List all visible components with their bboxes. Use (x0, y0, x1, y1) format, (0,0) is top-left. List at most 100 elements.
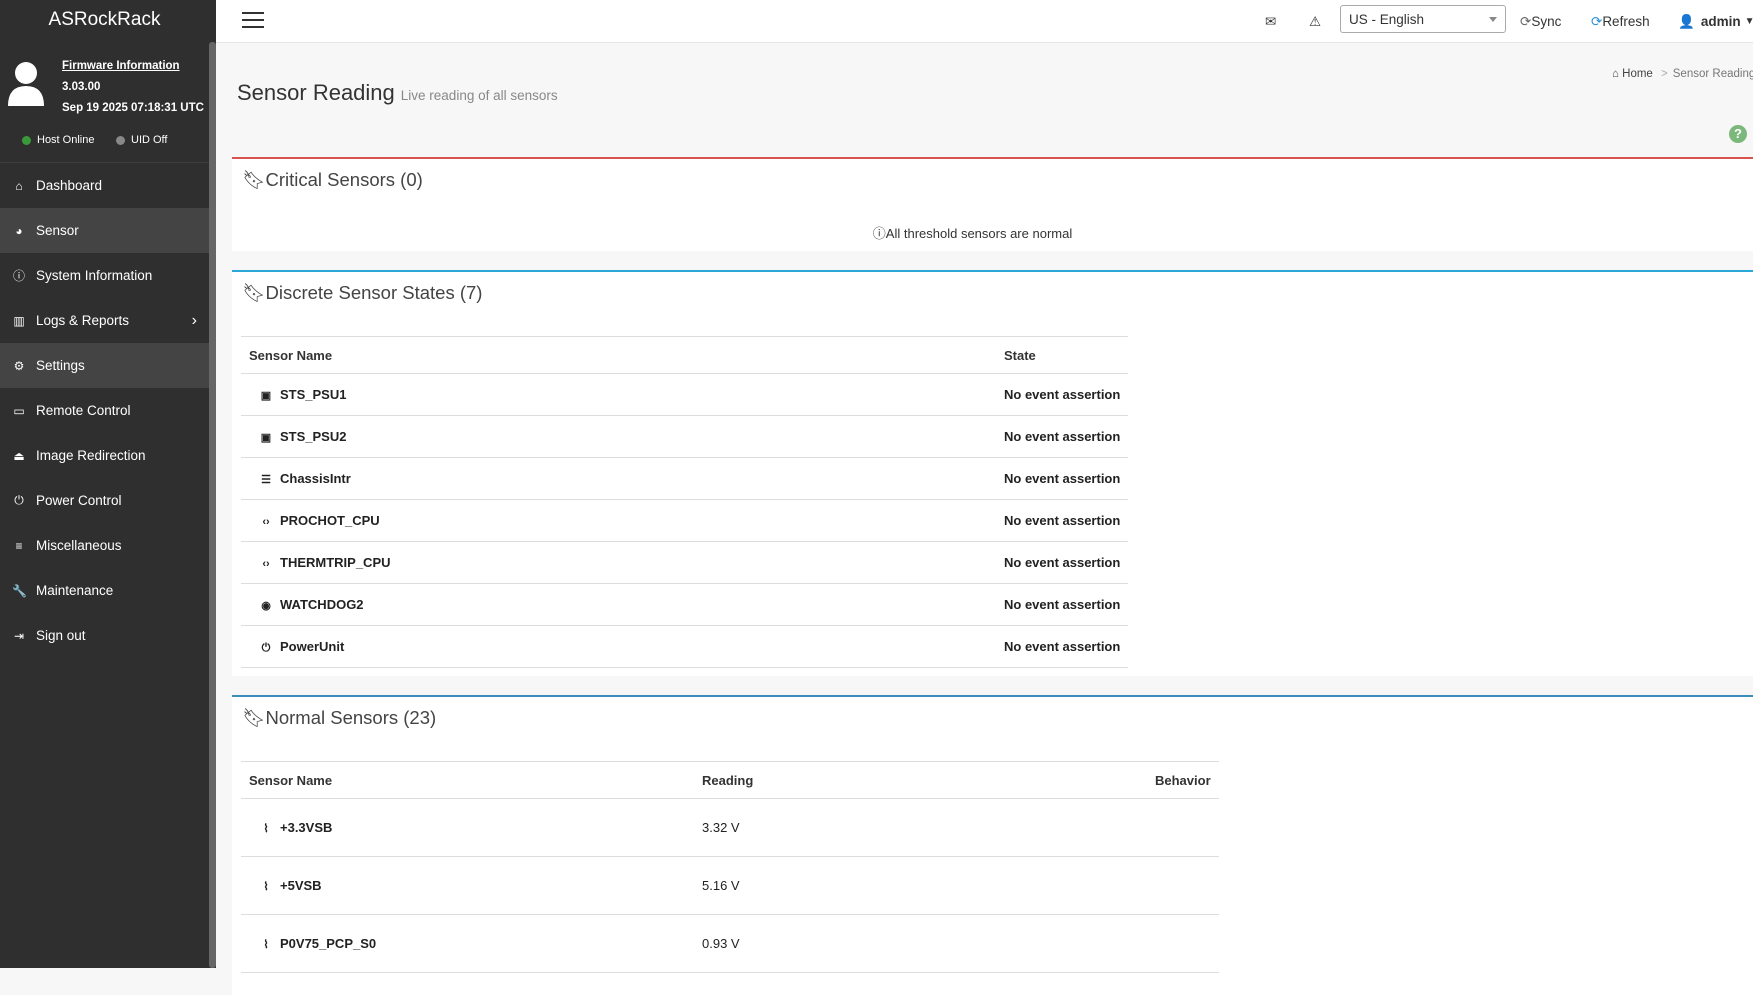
sensor-name: STS_PSU2 (280, 429, 347, 444)
sensor-name-cell: ⌇ +5VSB (241, 856, 694, 915)
uid-status-label: UID Off (131, 134, 168, 146)
monitor-icon: ▭ (13, 403, 25, 418)
sensor-name: +3.3VSB (280, 820, 333, 835)
uid-status-dot (116, 135, 125, 145)
page-title: Sensor Reading Live reading of all sensor… (237, 80, 558, 106)
sidebar-item-image-redirection[interactable]: ⏏ Image Redirection (0, 433, 209, 478)
sensor-state: No event assertion (996, 541, 1129, 584)
top-header: ✉ ⚠ US - English ⟳ Sync ⟳ Refresh 👤 admin ▼ (216, 0, 1753, 43)
sensor-name: WATCHDOG2 (280, 597, 364, 612)
power-icon: ⏻ (14, 493, 24, 507)
sidebar-item-label: Power Control (36, 493, 122, 508)
refresh-label: Refresh (1602, 14, 1650, 29)
sensor-state: No event assertion (996, 457, 1129, 500)
col-sensor-name[interactable]: Sensor Name (241, 336, 996, 374)
firmware-info-link[interactable]: Firmware Information (62, 56, 204, 77)
critical-message: ⓘAll threshold sensors are normal (232, 223, 1753, 242)
sidebar-item-power-control[interactable]: ⏻ Power Control (0, 478, 209, 523)
drive-icon: ⏏ (13, 448, 25, 463)
help-icon[interactable]: ? (1729, 125, 1747, 143)
firmware-version: 3.03.00 (62, 81, 101, 93)
caret-down-icon: ▼ (1744, 16, 1753, 27)
alert-icon[interactable]: ⚠ (1309, 0, 1321, 43)
sidebar: ASRockRack Firmware Information 3.03.00 … (0, 0, 216, 968)
normal-title: Normal Sensors (23) (265, 707, 437, 728)
sensor-name: +5VSB (280, 878, 322, 893)
sidebar-item-dashboard[interactable]: ⌂ Dashboard (0, 163, 209, 208)
firmware-date: Sep 19 2025 07:18:31 UTC (62, 102, 204, 114)
discrete-sensors-panel: 🔖︎Discrete Sensor States (7) Sensor Name… (232, 270, 1753, 676)
host-status: Host Online (22, 134, 94, 146)
sensor-name-cell: ▣ STS_PSU2 (241, 415, 996, 458)
sidebar-item-label: System Information (36, 268, 153, 283)
sensor-name-cell: ⌇ +3.3VSB (241, 798, 694, 857)
sensor-name: PROCHOT_CPU (280, 513, 380, 528)
bookmark-icon: 🔖︎ (242, 169, 266, 190)
normal-sensors-panel: 🔖︎Normal Sensors (23) Sensor Name Reading… (232, 695, 1753, 995)
sensor-name-cell: ‹› THERMTRIP_CPU (241, 541, 996, 584)
col-sensor-name[interactable]: Sensor Name (241, 761, 694, 799)
sidebar-item-remote-control[interactable]: ▭ Remote Control (0, 388, 209, 433)
sensor-reading: 0.93 V (694, 914, 1147, 973)
page-title-text: Sensor Reading (237, 80, 395, 105)
col-reading[interactable]: Reading (694, 761, 1147, 799)
pulse-icon: ⌇ (263, 881, 269, 893)
table-row[interactable]: ‹› THERMTRIP_CPU No event assertion (241, 541, 1129, 584)
sensor-name-cell: ‹› PROCHOT_CPU (241, 499, 996, 542)
sensor-name: PowerUnit (280, 638, 345, 654)
sidebar-item-label: Remote Control (36, 403, 131, 418)
col-state[interactable]: State (996, 336, 1129, 374)
sensor-type-icon: ‹› (262, 516, 270, 528)
page-subtitle: Live reading of all sensors (400, 88, 558, 103)
sidebar-item-label: Dashboard (36, 178, 103, 193)
sidebar-item-miscellaneous[interactable]: ≡ Miscellaneous (0, 523, 209, 568)
messages-icon[interactable]: ✉ (1265, 0, 1276, 43)
sidebar-item-settings[interactable]: ⚙ Settings (0, 343, 209, 388)
sensor-state: No event assertion (996, 583, 1129, 626)
sidebar-nav: ⌂ Dashboard ◕ Sensor ⓘ System Information ▥ Log… (0, 162, 209, 658)
host-status-dot (22, 135, 31, 145)
table-row[interactable]: ⏻ PowerUnit No event assertion (241, 625, 1129, 668)
chevron-right-icon: › (191, 311, 197, 329)
language-select[interactable]: US - English (1340, 5, 1506, 33)
sensor-name: THERMTRIP_CPU (280, 555, 391, 570)
table-row[interactable]: ▣ STS_PSU1 No event assertion (241, 373, 1129, 416)
sensor-type-icon: ☰ (261, 474, 271, 486)
table-row[interactable]: ‹› PROCHOT_CPU No event assertion (241, 499, 1129, 542)
col-behavior[interactable]: Behavior (1147, 761, 1219, 799)
bar-chart-icon: ▥ (13, 313, 25, 328)
refresh-button[interactable]: ⟳ Refresh (1591, 0, 1650, 43)
menu-toggle-icon[interactable] (242, 12, 264, 33)
table-row[interactable]: ☰ ChassisIntr No event assertion (241, 457, 1129, 500)
sensor-behavior (1147, 856, 1219, 915)
table-row[interactable]: ◉ WATCHDOG2 No event assertion (241, 583, 1129, 626)
sidebar-item-maintenance[interactable]: 🔧 Maintenance (0, 568, 209, 613)
home-icon: ⌂ (15, 178, 23, 193)
normal-sensors-table: Sensor Name Reading Behavior ⌇ +3.3VSB 3.32 V… (241, 761, 1219, 973)
sidebar-item-sensor[interactable]: ◕ Sensor (0, 208, 209, 253)
gear-icon: ⚙ (13, 358, 25, 373)
user-menu[interactable]: 👤 admin ▼ (1678, 0, 1753, 43)
sidebar-item-system-information[interactable]: ⓘ System Information (0, 253, 209, 298)
table-row[interactable]: ⌇ +5VSB 5.16 V (241, 856, 1219, 915)
sidebar-item-label: Sensor (36, 223, 79, 238)
table-row[interactable]: ⌇ P0V75_PCP_S0 0.93 V (241, 914, 1219, 973)
sync-button[interactable]: ⟳ Sync (1520, 0, 1561, 43)
sidebar-scrollbar[interactable] (209, 42, 216, 968)
sensor-reading: 3.32 V (694, 798, 1147, 857)
sensor-name-cell: ◉ WATCHDOG2 (241, 583, 996, 626)
sidebar-item-logs-reports[interactable]: ▥ Logs & Reports › (0, 298, 209, 343)
breadcrumb-home[interactable]: Home (1622, 68, 1653, 80)
sensor-behavior (1147, 798, 1219, 857)
sidebar-item-label: Logs & Reports (36, 313, 130, 328)
refresh-icon: ⟳ (1591, 13, 1603, 29)
sensor-type-icon: ⏻ (261, 641, 271, 654)
sidebar-item-sign-out[interactable]: ⇥ Sign out (0, 613, 209, 658)
info-icon: ⓘ (872, 226, 886, 241)
table-row[interactable]: ⌇ +3.3VSB 3.32 V (241, 798, 1219, 857)
sidebar-item-label: Maintenance (36, 583, 114, 598)
sensor-state: No event assertion (996, 415, 1129, 458)
sensor-reading: 5.16 V (694, 856, 1147, 915)
table-row[interactable]: ▣ STS_PSU2 No event assertion (241, 415, 1129, 458)
user-icon: 👤 (1678, 13, 1695, 29)
